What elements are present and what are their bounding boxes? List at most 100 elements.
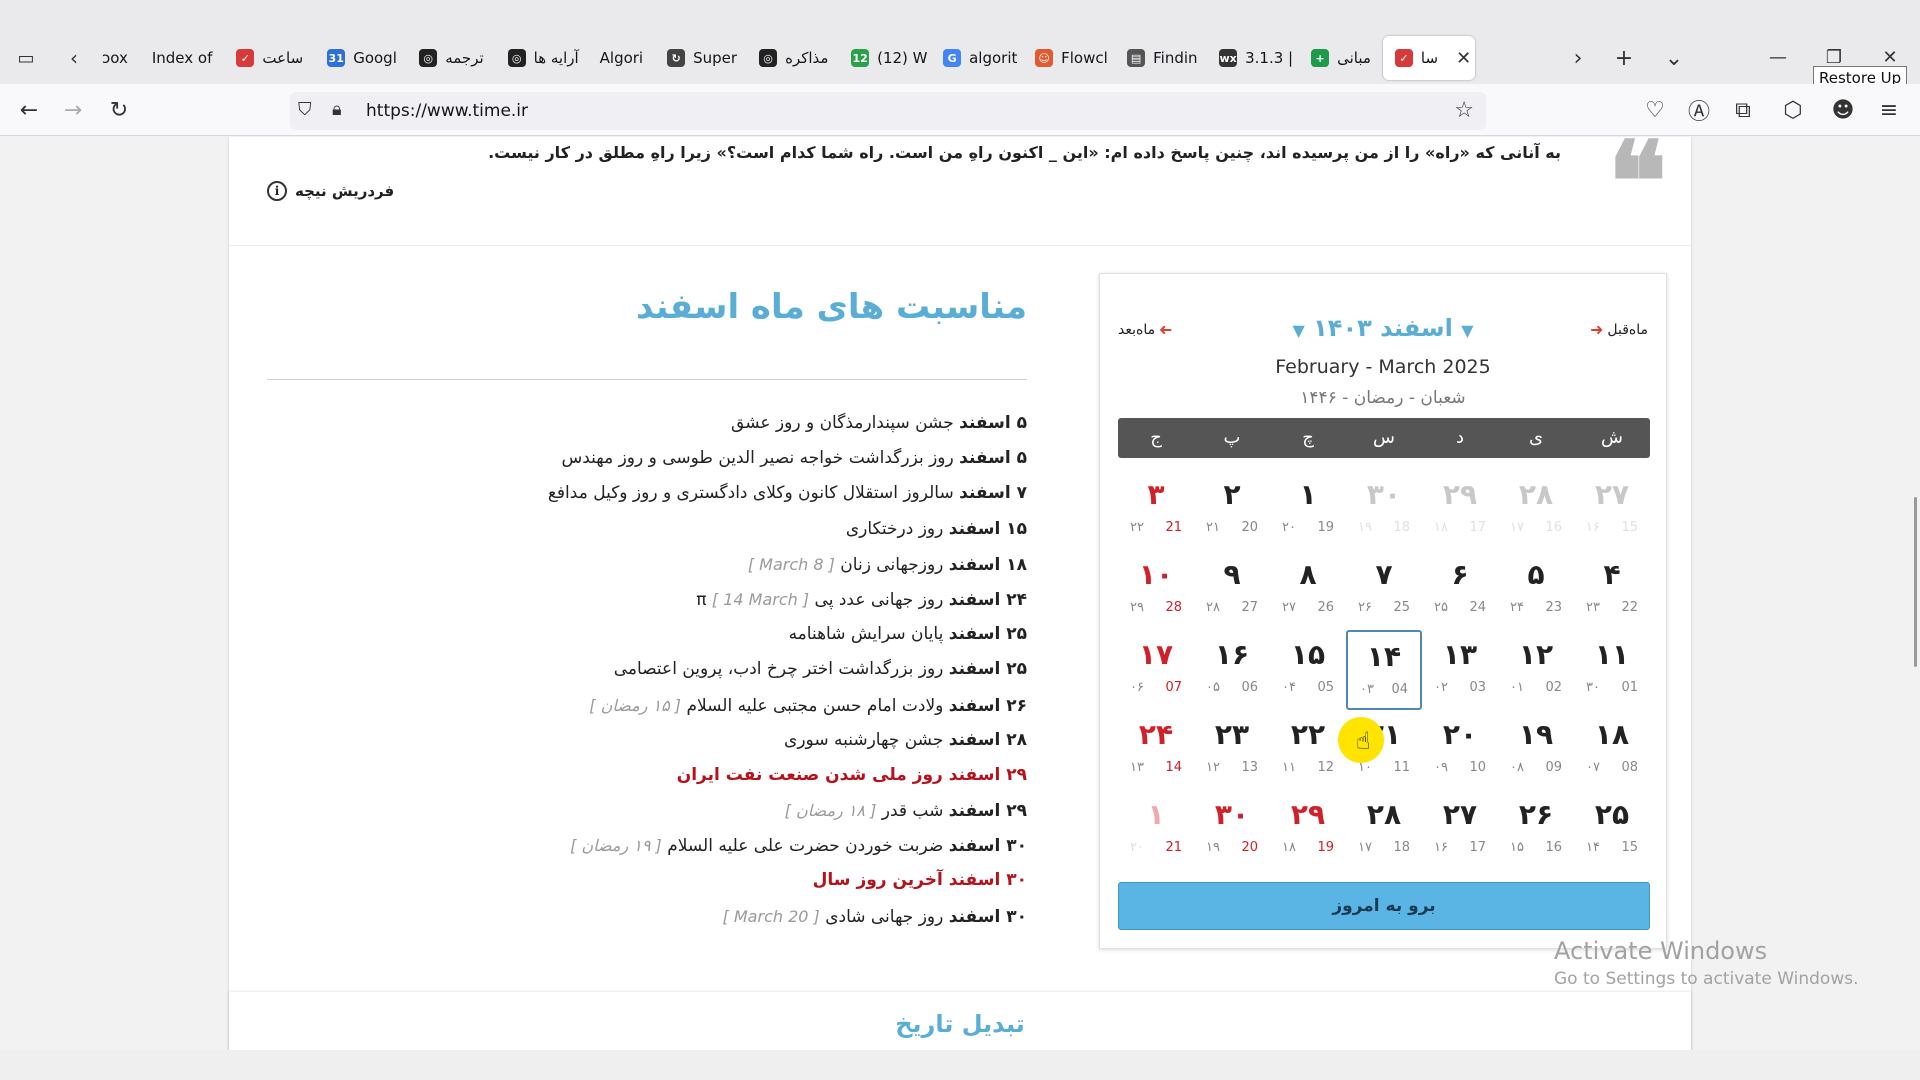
- browser-tab[interactable]: 31 Googl: [315, 36, 407, 80]
- calendar-day[interactable]: ۱ ۲۰ 19: [1270, 470, 1346, 550]
- browser-tab[interactable]: 12 (12) W: [839, 36, 931, 80]
- persian-day-number[interactable]: ۱۳: [1422, 634, 1498, 676]
- list-tabs-chevron-icon[interactable]: ⌄: [1658, 44, 1690, 72]
- persian-day-number[interactable]: ۱۹: [1498, 714, 1574, 756]
- persian-day-number[interactable]: ۱: [1270, 474, 1346, 516]
- profile-avatar-icon[interactable]: ☻: [1828, 96, 1858, 124]
- calendar-day[interactable]: ۲۶ ۱۵ 16: [1498, 790, 1574, 870]
- persian-day-number[interactable]: ۹: [1194, 554, 1270, 596]
- persian-day-number[interactable]: ۲۴: [1118, 714, 1194, 756]
- forward-arrow-icon[interactable]: →: [58, 96, 88, 124]
- persian-day-number[interactable]: ۲۳: [1194, 714, 1270, 756]
- calendar-day[interactable]: ۱۳ ۰۲ 03: [1422, 630, 1498, 710]
- calendar-day[interactable]: ۱۵ ۰۴ 05: [1270, 630, 1346, 710]
- persian-day-number[interactable]: ۲۰: [1422, 714, 1498, 756]
- persian-day-number[interactable]: ۱۰: [1118, 554, 1194, 596]
- browser-tab[interactable]: ↻ Super: [655, 36, 747, 80]
- scrollbar[interactable]: [1914, 497, 1917, 667]
- quote-author[interactable]: فردریش نیچه i: [267, 181, 394, 201]
- calendar-day[interactable]: ۱۲ ۰۱ 02: [1498, 630, 1574, 710]
- extension-puzzle-icon[interactable]: ⬡: [1778, 96, 1808, 124]
- persian-day-number[interactable]: ۱۶: [1194, 634, 1270, 676]
- persian-day-number[interactable]: ۳: [1118, 474, 1194, 516]
- persian-day-number[interactable]: ۱: [1118, 794, 1194, 836]
- persian-day-number[interactable]: ۳۰: [1194, 794, 1270, 836]
- calendar-day[interactable]: ۸ ۲۷ 26: [1270, 550, 1346, 630]
- calendar-day[interactable]: ۱۱ ۳۰ 01: [1574, 630, 1650, 710]
- minimize-icon[interactable]: —: [1758, 44, 1798, 70]
- persian-day-number[interactable]: ۲۲: [1270, 714, 1346, 756]
- firefox-view-icon[interactable]: ▭: [12, 46, 40, 70]
- persian-day-number[interactable]: ۲۷: [1422, 794, 1498, 836]
- next-month-button[interactable]: ➜ ماه‌بعد: [1118, 320, 1173, 339]
- calendar-day[interactable]: ۱ ۲۰ 21: [1118, 790, 1194, 870]
- persian-day-number[interactable]: ۱۸: [1574, 714, 1650, 756]
- quote-author-name[interactable]: فردریش نیچه: [295, 182, 394, 200]
- reload-icon[interactable]: ↻: [104, 96, 134, 124]
- calendar-day[interactable]: ۱۶ ۰۵ 06: [1194, 630, 1270, 710]
- persian-day-number[interactable]: ۷: [1346, 554, 1422, 596]
- info-icon[interactable]: i: [267, 181, 287, 201]
- tab-scroll-right-icon[interactable]: ›: [1562, 44, 1594, 72]
- calendar-day[interactable]: ۳ ۲۲ 21: [1118, 470, 1194, 550]
- go-to-today-button[interactable]: برو به امروز: [1118, 882, 1650, 930]
- new-tab-plus-icon[interactable]: +: [1608, 44, 1640, 72]
- calendar-day[interactable]: ۲ ۲۱ 20: [1194, 470, 1270, 550]
- tab-scroll-left-icon[interactable]: ‹: [58, 36, 90, 80]
- persian-day-number[interactable]: ۸: [1270, 554, 1346, 596]
- browser-tab[interactable]: Algori: [588, 36, 655, 80]
- calendar-day[interactable]: ۷ ۲۶ 25: [1346, 550, 1422, 630]
- next-month-label[interactable]: ماه‌بعد: [1118, 322, 1155, 338]
- persian-day-number[interactable]: ۲۸: [1346, 794, 1422, 836]
- pocket-icon[interactable]: ♡: [1640, 96, 1670, 124]
- calendar-day[interactable]: ۵ ۲۴ 23: [1498, 550, 1574, 630]
- address-bar[interactable]: ⛉ 🔒︎ https://www.time.ir ☆: [290, 92, 1486, 130]
- calendar-day[interactable]: ۹ ۲۸ 27: [1194, 550, 1270, 630]
- calendar-day[interactable]: ۲۹ ۱۸ 17: [1422, 470, 1498, 550]
- browser-tab[interactable]: ✓ سا ✕: [1382, 36, 1475, 80]
- persian-day-number[interactable]: ۲۷: [1574, 474, 1650, 516]
- browser-tab[interactable]: + مبانی: [1299, 36, 1383, 80]
- persian-day-number[interactable]: ۲۵: [1574, 794, 1650, 836]
- persian-day-number[interactable]: ۱۲: [1498, 634, 1574, 676]
- bookmark-star-icon[interactable]: ☆: [1454, 98, 1474, 123]
- persian-day-number[interactable]: ۱۵: [1270, 634, 1346, 676]
- chevron-down-icon[interactable]: ▼: [1461, 321, 1473, 340]
- persian-day-number[interactable]: ۳۰: [1346, 474, 1422, 516]
- persian-day-number[interactable]: ۵: [1498, 554, 1574, 596]
- browser-tab[interactable]: ✓ ساعت: [224, 36, 315, 80]
- calendar-day[interactable]: ۳۰ ۱۹ 18: [1346, 470, 1422, 550]
- calendar-day[interactable]: ۲۷ ۱۶ 17: [1422, 790, 1498, 870]
- persian-day-number[interactable]: ۱۱: [1574, 634, 1650, 676]
- calendar-day[interactable]: ۲۰ ۰۹ 10: [1422, 710, 1498, 790]
- persian-day-number[interactable]: ۲۹: [1422, 474, 1498, 516]
- calendar-day[interactable]: ۲۴ ۱۳ 14: [1118, 710, 1194, 790]
- browser-tab[interactable]: wx 3.1.3 |: [1207, 36, 1299, 80]
- calendar-day[interactable]: ۴ ۲۳ 22: [1574, 550, 1650, 630]
- persian-day-number[interactable]: ۱۴: [1348, 636, 1420, 678]
- persian-day-number[interactable]: ۲: [1194, 474, 1270, 516]
- calendar-day[interactable]: ۲۳ ۱۲ 13: [1194, 710, 1270, 790]
- calendar-day[interactable]: ۱۸ ۰۷ 08: [1574, 710, 1650, 790]
- calendar-day[interactable]: ۱۰ ۲۹ 28: [1118, 550, 1194, 630]
- persian-day-number[interactable]: ۲۸: [1498, 474, 1574, 516]
- browser-tab[interactable]: ◎ آرایه ها: [496, 36, 588, 80]
- browser-tab[interactable]: ▤ Findin: [1115, 36, 1207, 80]
- persian-day-number[interactable]: ۱۷: [1118, 634, 1194, 676]
- calendar-day[interactable]: ۲۹ ۱۸ 19: [1270, 790, 1346, 870]
- menu-hamburger-icon[interactable]: ≡: [1874, 96, 1904, 124]
- month-selector[interactable]: ▼ اسفند ۱۴۰۳ ▼: [1100, 314, 1666, 342]
- month-title[interactable]: اسفند ۱۴۰۳: [1313, 314, 1453, 342]
- calendar-day[interactable]: ۳۰ ۱۹ 20: [1194, 790, 1270, 870]
- calendar-day[interactable]: ۲۵ ۱۴ 15: [1574, 790, 1650, 870]
- browser-tab[interactable]: ɔox: [90, 36, 140, 80]
- arrow-left-icon[interactable]: ➜: [1159, 320, 1172, 339]
- chevron-down-icon[interactable]: ▼: [1292, 321, 1304, 340]
- calendar-day[interactable]: ۱۹ ۰۸ 09: [1498, 710, 1574, 790]
- url-text[interactable]: https://www.time.ir: [366, 101, 528, 121]
- calendar-day[interactable]: ۲۸ ۱۷ 18: [1346, 790, 1422, 870]
- calendar-day-today[interactable]: ۱۴ ۰۳ 04: [1346, 630, 1422, 710]
- back-arrow-icon[interactable]: ←: [14, 96, 44, 124]
- account-icon[interactable]: Ⓐ: [1684, 96, 1714, 125]
- close-tab-icon[interactable]: ✕: [1456, 48, 1471, 69]
